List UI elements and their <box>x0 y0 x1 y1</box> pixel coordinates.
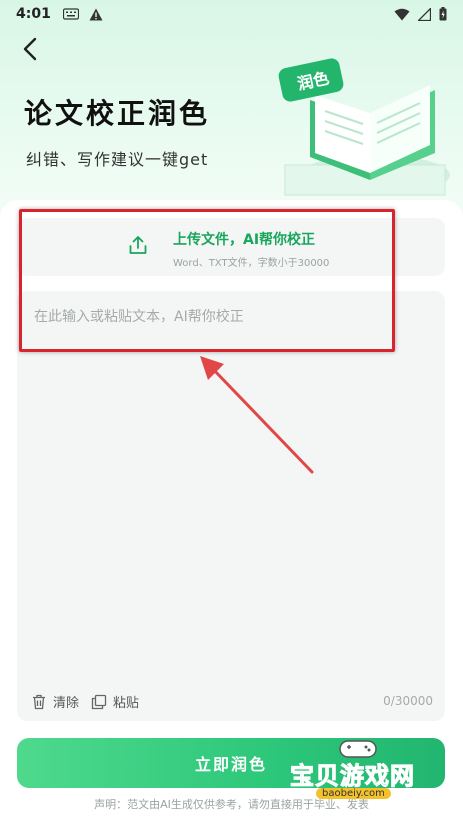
paste-button[interactable]: 粘贴 <box>91 692 139 711</box>
polish-now-label: 立即润色 <box>194 755 267 774</box>
keyboard-icon <box>62 8 79 20</box>
watermark-text: 宝贝游戏网 <box>290 762 415 791</box>
annotation-highlight-box <box>19 209 395 352</box>
status-time: 4:01 <box>16 6 51 22</box>
copy-icon <box>91 694 107 709</box>
wifi-icon <box>394 8 410 20</box>
battery-icon <box>439 7 447 21</box>
back-arrow-icon[interactable] <box>18 36 44 62</box>
page-title: 论文校正润色 <box>24 97 211 130</box>
warning-icon <box>89 8 103 20</box>
annotation-arrow-icon <box>200 356 314 474</box>
status-bar: 4:01 <box>0 0 463 28</box>
site-watermark: 宝贝游戏网 baobeiy.com <box>286 738 436 808</box>
watermark-url: baobeiy.com <box>316 788 391 799</box>
signal-icon <box>418 7 431 21</box>
char-counter: 0/30000 <box>383 694 433 708</box>
trash-icon <box>33 694 45 709</box>
page-subtitle: 纠错、写作建议一键get <box>26 150 209 169</box>
paste-label: 粘贴 <box>113 696 140 711</box>
book-illustration: 润色 <box>278 58 450 196</box>
clear-label: 清除 <box>53 696 80 711</box>
clear-button[interactable]: 清除 <box>31 692 79 711</box>
